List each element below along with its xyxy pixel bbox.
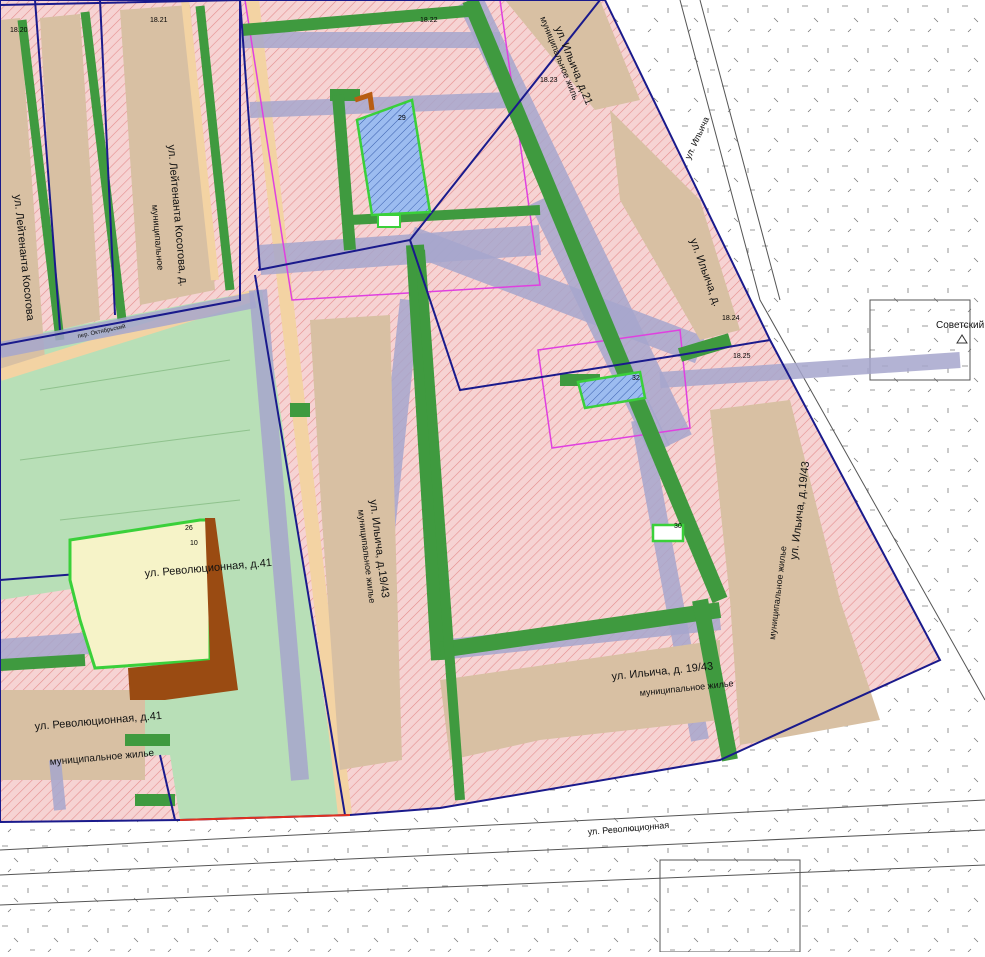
map-canvas: 18.20 18.21 18.22 18.23 18.24 18.25 29 3… <box>0 0 985 953</box>
zone-code-1825: 18.25 <box>733 353 751 360</box>
zone-code-1822: 18.22 <box>420 17 438 24</box>
zone-code-1823: 18.23 <box>540 77 558 84</box>
highlight-building-rev41[interactable] <box>68 518 212 670</box>
plot-number-10: 10 <box>190 540 198 547</box>
zone-code-1820: 18.20 <box>10 27 28 34</box>
cadastral-map[interactable]: 18.20 18.21 18.22 18.23 18.24 18.25 29 3… <box>0 0 985 953</box>
building-rev41 <box>0 690 145 780</box>
zone-code-1824: 18.24 <box>722 315 740 322</box>
plot-small[interactable] <box>377 214 401 228</box>
zone-code-1821: 18.21 <box>150 17 168 24</box>
plot-number-26: 26 <box>185 525 193 532</box>
plot-number-30: 30 <box>674 523 682 530</box>
label-sovetsky: Советский <box>936 320 984 331</box>
plot-number-29: 29 <box>398 115 406 122</box>
plot-number-32: 32 <box>632 375 640 382</box>
